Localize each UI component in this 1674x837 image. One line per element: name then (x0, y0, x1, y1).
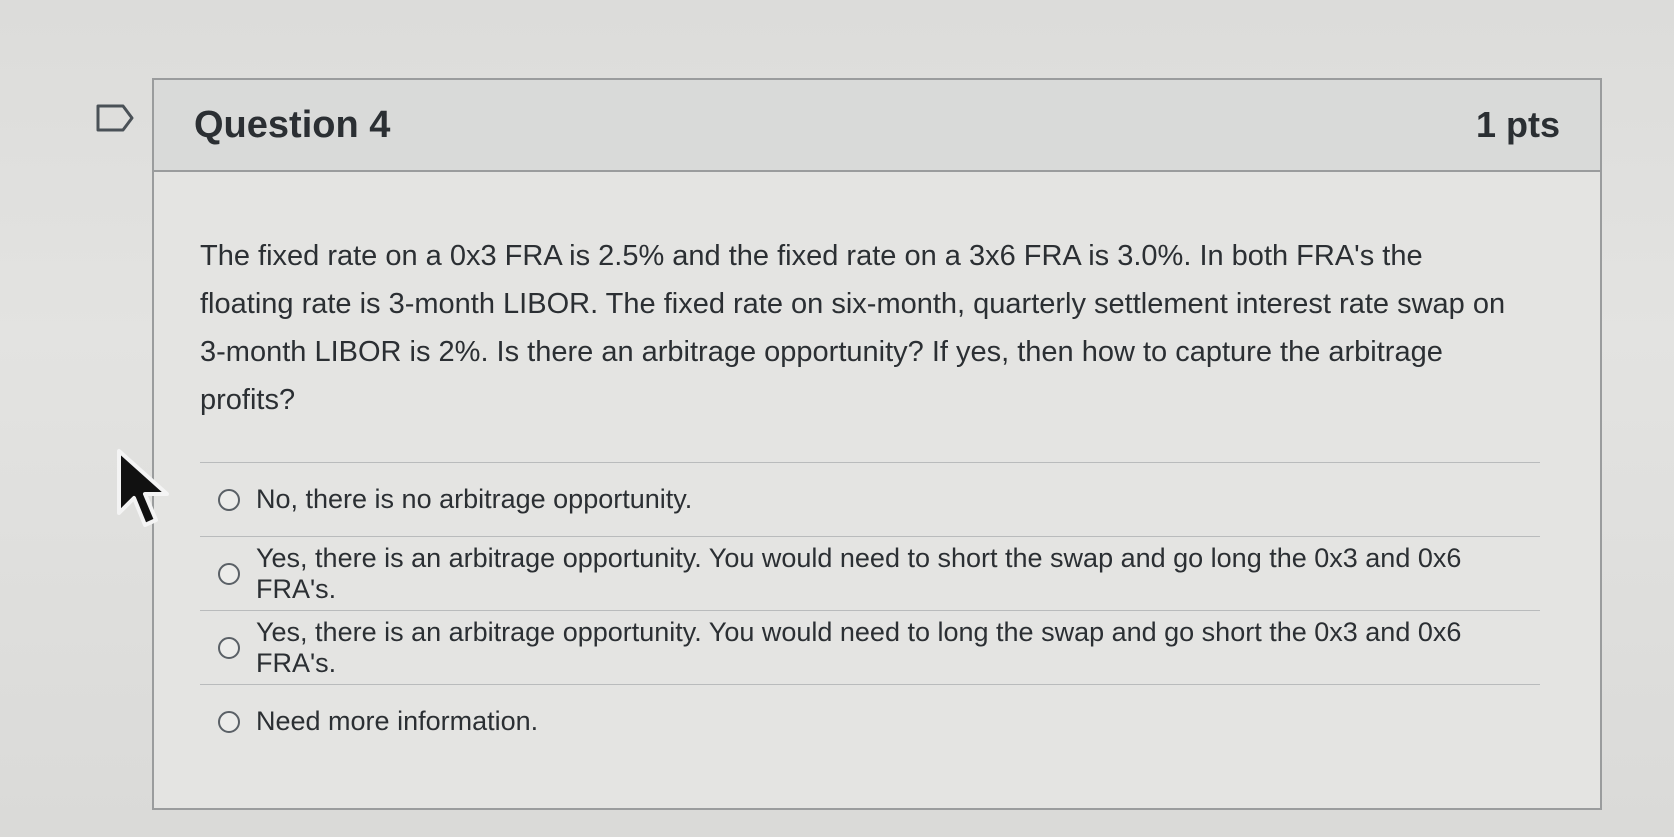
radio-button-icon[interactable] (218, 488, 240, 511)
radio-button-icon[interactable] (218, 636, 240, 659)
answer-option-1[interactable]: No, there is no arbitrage opportunity. (200, 463, 1540, 537)
answer-option-3[interactable]: Yes, there is an arbitrage opportunity. … (200, 611, 1540, 685)
flag-question-icon[interactable] (95, 103, 135, 133)
answer-option-2[interactable]: Yes, there is an arbitrage opportunity. … (200, 537, 1540, 611)
question-body: The fixed rate on a 0x3 FRA is 2.5% and … (154, 172, 1600, 758)
answer-label[interactable]: No, there is no arbitrage opportunity. (256, 484, 692, 515)
answer-label[interactable]: Yes, there is an arbitrage opportunity. … (256, 543, 1540, 605)
radio-button-icon[interactable] (218, 710, 240, 733)
answer-list: No, there is no arbitrage opportunity. Y… (200, 462, 1540, 758)
answer-option-4[interactable]: Need more information. (200, 685, 1540, 758)
question-card: Question 4 1 pts The fixed rate on a 0x3… (152, 78, 1602, 810)
radio-button-icon[interactable] (218, 562, 240, 585)
question-header: Question 4 1 pts (154, 80, 1600, 172)
question-text: The fixed rate on a 0x3 FRA is 2.5% and … (200, 240, 1506, 416)
answer-label[interactable]: Need more information. (256, 706, 538, 737)
question-title: Question 4 (194, 103, 391, 146)
answer-label[interactable]: Yes, there is an arbitrage opportunity. … (256, 617, 1540, 679)
mouse-pointer-icon (115, 447, 175, 535)
question-points: 1 pts (1475, 104, 1560, 145)
